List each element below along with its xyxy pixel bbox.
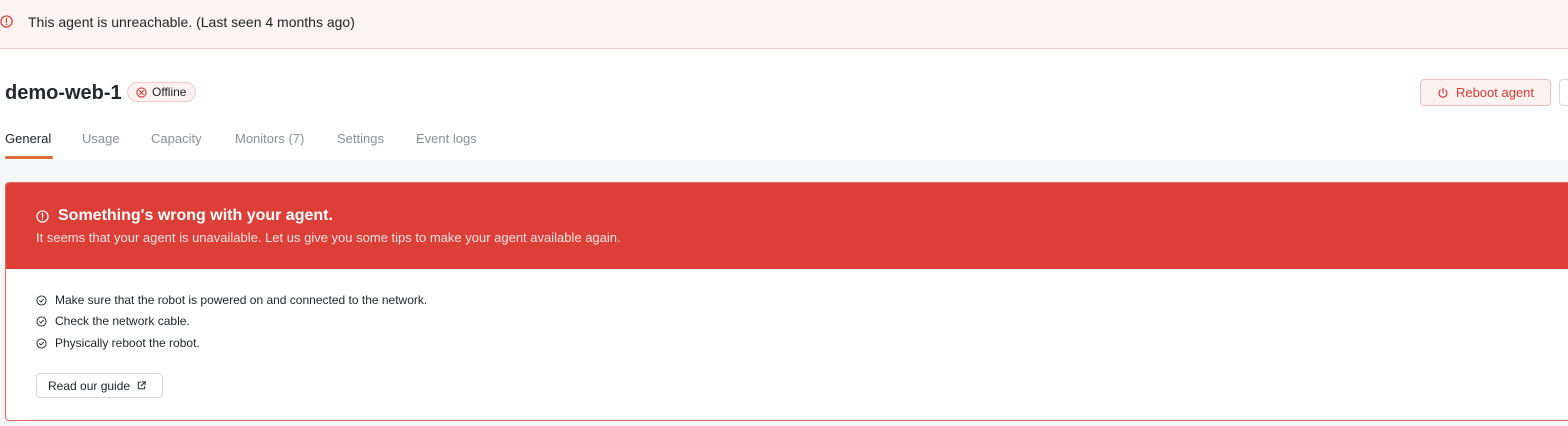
tip-item: Make sure that the robot is powered on a… [36,293,427,307]
tip-item: Physically reboot the robot. [36,336,200,350]
tab-monitors[interactable]: Monitors (7) [235,131,304,146]
status-label: Offline [152,85,187,99]
reboot-agent-button[interactable]: Reboot agent [1420,79,1551,106]
alert-title: Something's wrong with your agent. [58,207,333,224]
tip-text: Check the network cable. [55,314,190,328]
tab-settings[interactable]: Settings [337,131,384,146]
tip-text: Physically reboot the robot. [55,336,200,350]
status-badge: Offline [127,82,196,102]
more-actions-button[interactable] [1559,79,1568,106]
agent-alert-card: Something's wrong with your agent. It se… [5,182,1568,421]
alert-circle-icon [0,15,13,28]
page-title: demo-web-1 [5,82,122,104]
tab-bar: General Usage Capacity Monitors (7) Sett… [0,120,1568,161]
alert-subtitle: It seems that your agent is unavailable.… [36,230,621,245]
alert-circle-icon [36,210,49,223]
tab-event-logs[interactable]: Event logs [416,131,477,146]
read-guide-label: Read our guide [48,378,131,393]
tab-general[interactable]: General [5,131,51,146]
tab-usage[interactable]: Usage [82,131,120,146]
unreachable-banner: This agent is unreachable. (Last seen 4 … [0,0,1568,49]
banner-message: This agent is unreachable. (Last seen 4 … [28,14,355,30]
x-circle-icon [136,86,147,98]
reboot-agent-label: Reboot agent [1455,85,1535,100]
active-tab-indicator [5,156,53,159]
tip-item: Check the network cable. [36,314,190,328]
power-icon [1437,87,1449,99]
check-circle-icon [36,294,47,306]
check-circle-icon [36,337,47,349]
external-link-icon [136,380,147,391]
read-guide-button[interactable]: Read our guide [36,373,163,398]
alert-header: Something's wrong with your agent. It se… [6,183,1568,269]
tab-capacity[interactable]: Capacity [151,131,202,146]
tip-text: Make sure that the robot is powered on a… [55,293,428,307]
check-circle-icon [36,315,47,327]
